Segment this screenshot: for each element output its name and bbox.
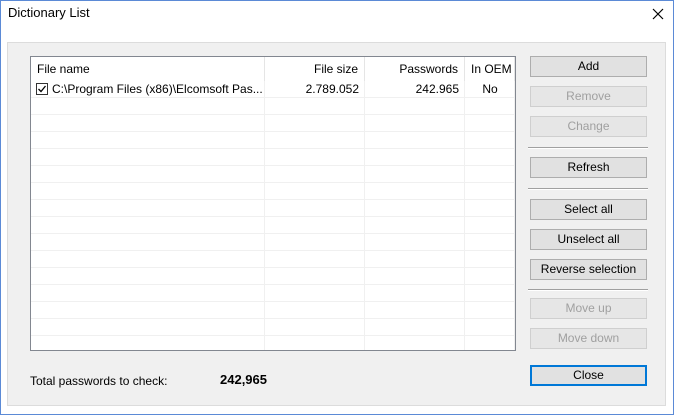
window-title: Dictionary List [8,5,90,20]
passwords-cell: 242.965 [415,82,459,96]
reverse-selection-button[interactable]: Reverse selection [530,259,647,280]
separator [528,147,648,149]
table-row[interactable]: C:\Program Files (x86)\Elcomsoft Pas... … [31,81,515,98]
separator [528,289,648,291]
file-name-cell: C:\Program Files (x86)\Elcomsoft Pas... [52,82,263,96]
close-button[interactable]: Close [530,365,647,386]
file-size-cell: 2.789.052 [305,82,359,96]
close-icon[interactable] [643,1,673,27]
column-header-in-oem[interactable]: In OEM [465,57,515,81]
separator [528,188,648,190]
change-button[interactable]: Change [530,116,647,137]
remove-button[interactable]: Remove [530,86,647,107]
title-bar: Dictionary List [1,1,673,28]
row-checkbox[interactable] [36,83,48,95]
dictionary-list-window: Dictionary List File name File size Pass… [0,0,674,415]
list-header: File name File size Passwords In OEM [31,57,515,81]
select-all-button[interactable]: Select all [530,199,647,220]
column-header-file-size[interactable]: File size [265,57,365,81]
move-up-button[interactable]: Move up [530,298,647,319]
dictionary-list[interactable]: File name File size Passwords In OEM C:\… [30,56,516,351]
refresh-button[interactable]: Refresh [530,157,647,178]
column-header-file-name[interactable]: File name [31,57,265,81]
in-oem-cell: No [482,82,498,96]
move-down-button[interactable]: Move down [530,328,647,349]
unselect-all-button[interactable]: Unselect all [530,229,647,250]
column-header-passwords[interactable]: Passwords [365,57,465,81]
total-passwords-label: Total passwords to check: [30,374,168,388]
dialog-body: File name File size Passwords In OEM C:\… [7,42,666,406]
add-button[interactable]: Add [530,56,647,77]
total-passwords-value: 242,965 [220,372,267,387]
